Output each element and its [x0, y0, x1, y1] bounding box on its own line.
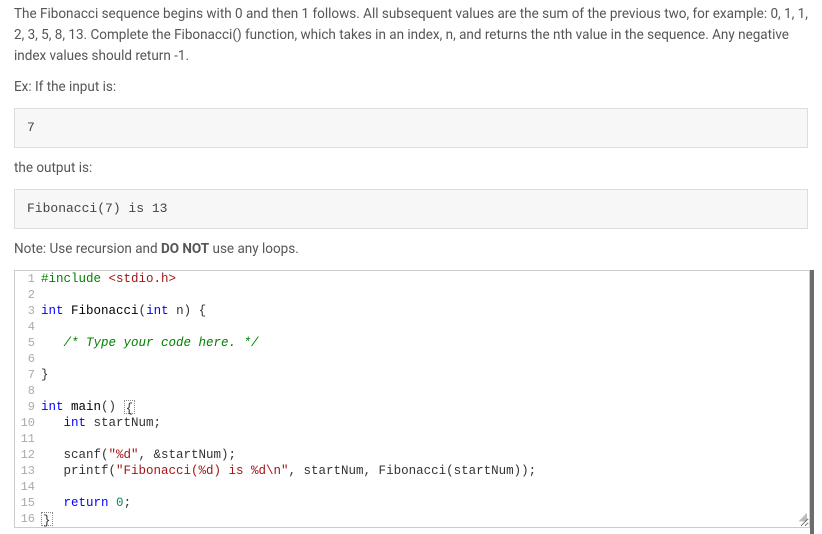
line-number: 2 — [15, 287, 41, 303]
line-number: 11 — [15, 431, 41, 447]
code-line[interactable]: 8 — [15, 383, 809, 399]
line-content[interactable] — [41, 431, 49, 447]
code-line[interactable]: 12 scanf("%d", &startNum); — [15, 447, 809, 463]
code-line[interactable]: 10 int startNum; — [15, 415, 809, 431]
example-input-label: Ex: If the input is: — [14, 77, 808, 98]
line-number: 16 — [15, 511, 41, 527]
line-number: 3 — [15, 303, 41, 319]
line-number: 9 — [15, 399, 41, 415]
prompt-paragraph: The Fibonacci sequence begins with 0 and… — [14, 4, 808, 67]
line-content[interactable]: int main() { — [41, 399, 135, 415]
note-bold: DO NOT — [161, 241, 209, 257]
line-content[interactable]: int Fibonacci(int n) { — [41, 303, 206, 319]
code-line[interactable]: 13 printf("Fibonacci(%d) is %d\n", start… — [15, 463, 809, 479]
line-number: 15 — [15, 495, 41, 511]
line-number: 6 — [15, 351, 41, 367]
example-input-box: 7 — [14, 108, 808, 148]
code-line[interactable]: 6 — [15, 351, 809, 367]
line-content[interactable]: int startNum; — [41, 415, 161, 431]
line-content[interactable]: printf("Fibonacci(%d) is %d\n", startNum… — [41, 463, 536, 479]
code-line[interactable]: 15 return 0; — [15, 495, 809, 511]
line-number: 5 — [15, 335, 41, 351]
problem-statement: The Fibonacci sequence begins with 0 and… — [14, 4, 808, 260]
resize-handle-icon[interactable]: ◢ — [799, 509, 807, 525]
line-content[interactable] — [41, 383, 49, 399]
line-content[interactable] — [41, 319, 49, 335]
code-line[interactable]: 9int main() { — [15, 399, 809, 415]
line-content[interactable]: #include <stdio.h> — [41, 271, 176, 287]
code-line[interactable]: 11 — [15, 431, 809, 447]
example-output-box: Fibonacci(7) is 13 — [14, 189, 808, 229]
code-line[interactable]: 4 — [15, 319, 809, 335]
line-number: 13 — [15, 463, 41, 479]
line-number: 8 — [15, 383, 41, 399]
note-suffix: use any loops. — [209, 241, 299, 257]
line-content[interactable] — [41, 351, 49, 367]
code-line[interactable]: 3int Fibonacci(int n) { — [15, 303, 809, 319]
code-line[interactable]: 16} — [15, 511, 809, 527]
line-content[interactable]: /* Type your code here. */ — [41, 335, 259, 351]
code-editor-wrap: 1#include <stdio.h>2 3int Fibonacci(int … — [14, 270, 814, 534]
line-number: 1 — [15, 271, 41, 287]
note-prefix: Note: Use recursion and — [14, 241, 161, 257]
line-content[interactable] — [41, 287, 49, 303]
code-line[interactable]: 5 /* Type your code here. */ — [15, 335, 809, 351]
note-line: Note: Use recursion and DO NOT use any l… — [14, 239, 808, 260]
code-editor[interactable]: 1#include <stdio.h>2 3int Fibonacci(int … — [14, 270, 810, 528]
line-content[interactable]: } — [41, 511, 53, 527]
line-content[interactable]: return 0; — [41, 495, 131, 511]
code-line[interactable]: 7} — [15, 367, 809, 383]
code-line[interactable]: 1#include <stdio.h> — [15, 271, 809, 287]
line-number: 14 — [15, 479, 41, 495]
line-number: 12 — [15, 447, 41, 463]
line-number: 4 — [15, 319, 41, 335]
line-number: 7 — [15, 367, 41, 383]
code-line[interactable]: 14 — [15, 479, 809, 495]
line-content[interactable]: scanf("%d", &startNum); — [41, 447, 236, 463]
line-content[interactable]: } — [41, 367, 49, 383]
code-line[interactable]: 2 — [15, 287, 809, 303]
example-output-label: the output is: — [14, 158, 808, 179]
line-number: 10 — [15, 415, 41, 431]
line-content[interactable] — [41, 479, 49, 495]
